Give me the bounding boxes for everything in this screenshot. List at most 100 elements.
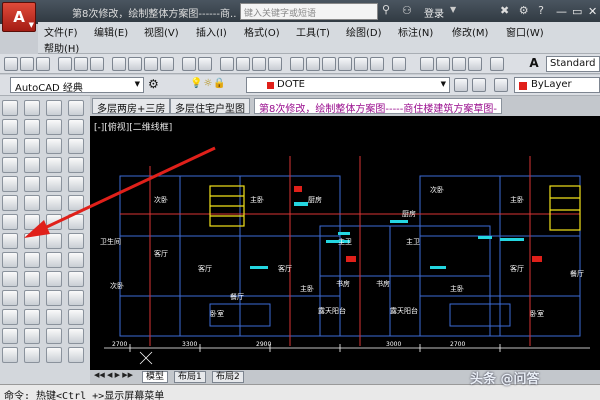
explode-icon[interactable] <box>2 271 18 287</box>
help-icon[interactable]: ? <box>538 4 544 17</box>
match-properties-icon[interactable] <box>160 57 174 71</box>
menu-window[interactable]: 窗口(W) <box>506 24 544 39</box>
break-icon[interactable] <box>2 157 18 173</box>
tool-palettes-icon[interactable] <box>322 57 336 71</box>
bulb-icon[interactable] <box>24 138 40 154</box>
copy-icon[interactable] <box>128 57 142 71</box>
array-icon[interactable] <box>24 233 40 249</box>
revcloud-icon[interactable] <box>46 195 62 211</box>
help-icon[interactable] <box>392 57 406 71</box>
properties-icon[interactable] <box>290 57 304 71</box>
color-icon[interactable] <box>494 78 508 92</box>
boundary-icon[interactable] <box>46 176 62 192</box>
table-icon[interactable] <box>24 347 40 363</box>
join-icon[interactable] <box>2 176 18 192</box>
point-icon[interactable] <box>46 138 62 154</box>
hatch-icon[interactable] <box>24 290 40 306</box>
chevron-down-icon[interactable]: ▼ <box>450 5 456 14</box>
erase-icon[interactable] <box>2 100 18 116</box>
menu-draw[interactable]: 绘图(D) <box>346 24 382 39</box>
layer-previous-icon[interactable] <box>472 78 486 92</box>
minimize-button[interactable]: — <box>556 5 567 18</box>
new-icon[interactable] <box>4 57 18 71</box>
offset-icon[interactable] <box>24 214 40 230</box>
search-input[interactable]: 键入关键字或短语 <box>240 3 378 20</box>
image-icon[interactable] <box>46 271 62 287</box>
chamfer-icon[interactable] <box>2 195 18 211</box>
align-icon[interactable] <box>2 233 18 249</box>
ellipse-arc-icon[interactable] <box>68 271 84 287</box>
trim-icon[interactable] <box>2 119 18 135</box>
fillet-icon[interactable] <box>2 214 18 230</box>
tab-layout2[interactable]: 布局2 <box>212 371 244 383</box>
print-icon[interactable] <box>58 57 72 71</box>
gear-icon[interactable]: ⚙ <box>148 77 159 91</box>
attribute-icon[interactable] <box>46 233 62 249</box>
stretch-icon[interactable] <box>2 290 18 306</box>
zoom-previous-icon[interactable] <box>268 57 282 71</box>
text-icon[interactable] <box>2 328 18 344</box>
polyline-icon[interactable] <box>68 138 84 154</box>
sheet-set-icon[interactable] <box>338 57 352 71</box>
menu-modify[interactable]: 修改(M) <box>452 24 488 39</box>
rotate-icon[interactable] <box>24 252 40 268</box>
zoom-realtime-icon[interactable] <box>236 57 250 71</box>
workspace-select[interactable]: AutoCAD 经典 ▼ <box>10 77 144 94</box>
circle-icon[interactable] <box>68 214 84 230</box>
zoom-window-icon[interactable] <box>252 57 266 71</box>
menu-help[interactable]: 帮助(H) <box>44 40 79 55</box>
block-icon[interactable] <box>46 100 62 116</box>
arc-icon[interactable] <box>68 195 84 211</box>
field-icon[interactable] <box>46 290 62 306</box>
maximize-button[interactable]: ▭ <box>572 5 582 18</box>
gradient-icon[interactable] <box>24 309 40 325</box>
dim-style-icon[interactable] <box>436 57 450 71</box>
hatch-draw-icon[interactable] <box>68 328 84 344</box>
measure-icon[interactable] <box>46 309 62 325</box>
mtext-icon[interactable] <box>46 214 62 230</box>
close-button[interactable]: ✕ <box>588 5 597 18</box>
calculator-icon[interactable] <box>370 57 384 71</box>
polygon-icon[interactable] <box>68 157 84 173</box>
publish-icon[interactable] <box>90 57 104 71</box>
make-block-icon[interactable] <box>68 290 84 306</box>
freeze-icon[interactable] <box>24 195 40 211</box>
menu-dimension[interactable]: 标注(N) <box>398 24 433 39</box>
undo-icon[interactable] <box>182 57 196 71</box>
point-draw-icon[interactable] <box>68 309 84 325</box>
preview-icon[interactable] <box>74 57 88 71</box>
tab-scheme-drawing[interactable]: 第8次修改，绘制整体方案图-----商住楼建筑方案草图- <box>254 98 503 115</box>
divide-icon[interactable] <box>46 328 62 344</box>
network-icon[interactable]: ⚙ <box>519 4 529 17</box>
table-style-icon[interactable] <box>452 57 466 71</box>
menu-insert[interactable]: 插入(I) <box>196 24 227 39</box>
menu-view[interactable]: 视图(V) <box>144 24 179 39</box>
text-style-select[interactable]: Standard <box>546 56 600 72</box>
multileader-style-icon[interactable] <box>468 57 482 71</box>
text-style-icon[interactable] <box>420 57 434 71</box>
layout-nav-arrows[interactable]: ◀◀ ◀ ▶ ▶▶ <box>94 371 133 379</box>
pan-icon[interactable] <box>220 57 234 71</box>
tab-residential-plan[interactable]: 多层住宅户型图 <box>170 98 250 115</box>
login-button[interactable]: 登录 <box>424 5 444 20</box>
copy-icon[interactable] <box>24 157 40 173</box>
mirror-icon[interactable] <box>2 252 18 268</box>
menu-tools[interactable]: 工具(T) <box>296 24 330 39</box>
binoculars-icon[interactable]: ⚲ <box>378 3 394 20</box>
layer-icon[interactable] <box>24 100 40 116</box>
tab-layout1[interactable]: 布局1 <box>174 371 206 383</box>
region-icon[interactable] <box>24 328 40 344</box>
font-icon[interactable] <box>2 347 18 363</box>
markup-icon[interactable] <box>354 57 368 71</box>
redo-icon[interactable] <box>198 57 212 71</box>
rectangle-icon[interactable] <box>68 176 84 192</box>
insert-icon[interactable] <box>46 119 62 135</box>
application-menu-button[interactable]: A ▼ <box>2 2 36 32</box>
scale-icon[interactable] <box>2 309 18 325</box>
design-center-icon[interactable] <box>306 57 320 71</box>
layer-select[interactable]: DOTE ▼ <box>246 77 450 93</box>
paste-icon[interactable] <box>144 57 158 71</box>
drawing-canvas[interactable]: [-][俯视][二维线框] 次卧 主卧 厨房 次卧 主卧 厨房 卫生间 客厅 客… <box>90 116 600 370</box>
wipeout-icon[interactable] <box>46 157 62 173</box>
menu-edit[interactable]: 编辑(E) <box>94 24 128 39</box>
